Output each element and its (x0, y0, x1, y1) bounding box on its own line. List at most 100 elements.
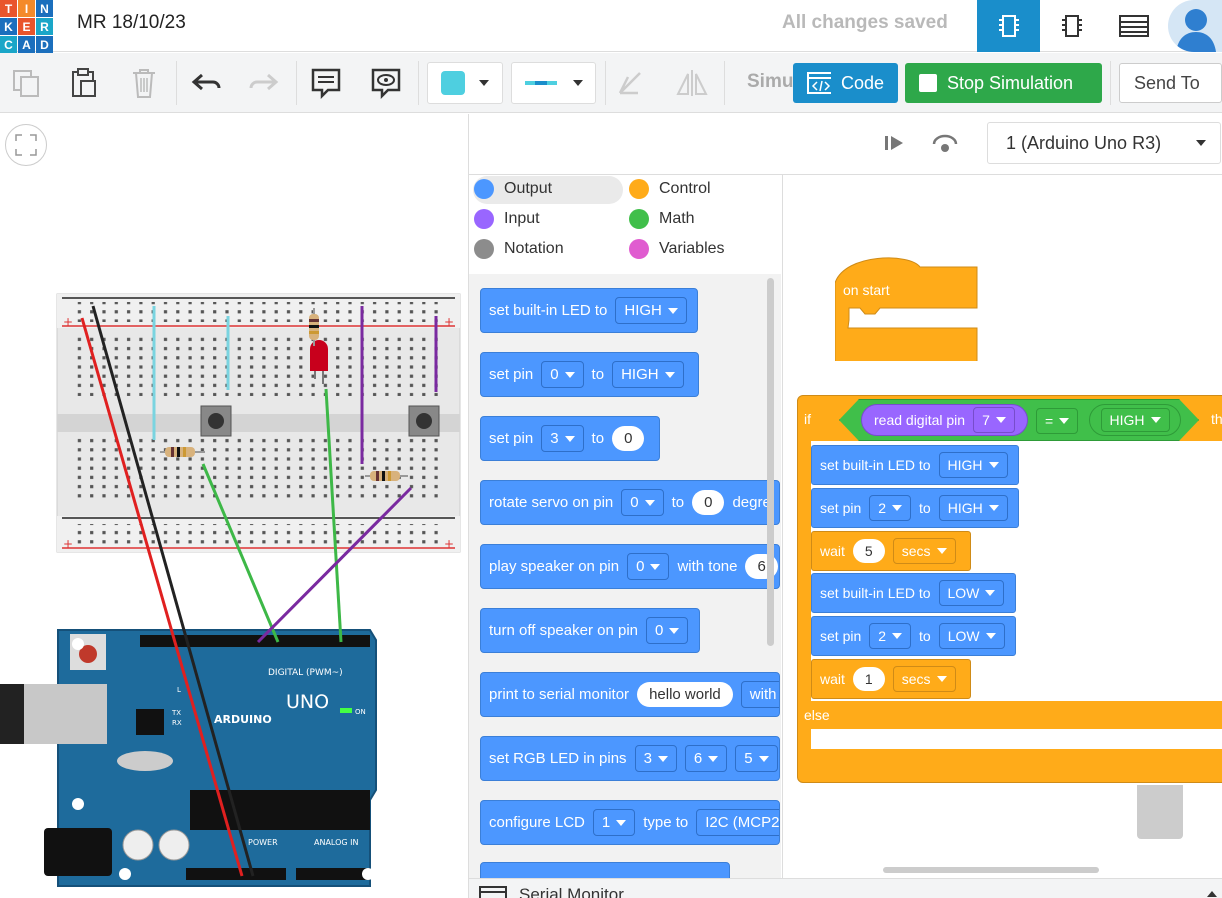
delete-button[interactable] (124, 59, 164, 107)
rotate-icon (618, 72, 641, 95)
palette-block-set-pin-pwm[interactable]: set pin 3 to 0 (480, 416, 660, 461)
code-button[interactable]: Code (793, 63, 898, 103)
block-dropdown[interactable]: 0 (646, 617, 689, 644)
block-dropdown[interactable]: 2 (869, 623, 912, 649)
tinkercad-logo[interactable]: T I N K E R C A D (0, 0, 53, 53)
simulation-label[interactable]: Simu (747, 71, 793, 93)
project-title[interactable]: MR 18/10/23 (77, 12, 186, 34)
logo-letter: A (18, 36, 35, 53)
block-dropdown[interactable]: secs (892, 666, 956, 692)
number-input[interactable]: 5 (852, 539, 885, 563)
category-variables[interactable]: Variables (629, 239, 725, 259)
block-dropdown[interactable]: 3 (634, 745, 677, 772)
toggle-notes-visibility-button[interactable] (366, 59, 406, 107)
block-dropdown[interactable]: 5 (735, 745, 778, 772)
redo-button[interactable] (244, 59, 284, 107)
palette-block-partial[interactable] (480, 862, 730, 878)
mirror-button[interactable] (672, 59, 712, 107)
undo-button[interactable] (186, 59, 226, 107)
palette-block-rotate-servo[interactable]: rotate servo on pin 0 to 0 degre (480, 480, 780, 525)
block-dropdown[interactable]: 1 (592, 809, 636, 836)
block-palette: set built-in LED to HIGH set pin 0 to HIGH s… (469, 274, 781, 878)
palette-block-rgb-led[interactable]: set RGB LED in pins 3 6 5 (480, 736, 780, 781)
set-pin-high-block[interactable]: set pin 2 to HIGH (811, 488, 1019, 528)
value-dropdown[interactable]: HIGH (1100, 408, 1170, 432)
block-dropdown[interactable]: 6 (684, 745, 728, 772)
category-control[interactable]: Control (629, 179, 711, 199)
block-dropdown[interactable]: LOW (938, 580, 1005, 606)
block-dropdown[interactable]: HIGH (612, 361, 684, 388)
stop-simulation-button[interactable]: Stop Simulation (905, 63, 1102, 103)
code-workspace[interactable]: on start if th read digital pin 7 = HIGH… (782, 175, 1222, 878)
trash-icon (133, 69, 155, 98)
block-dropdown[interactable]: HIGH (615, 297, 687, 324)
rotate-button[interactable] (612, 59, 648, 107)
palette-block-configure-lcd[interactable]: configure LCD 1 type to I2C (MCP2 (480, 800, 780, 845)
color-picker[interactable] (427, 62, 503, 104)
read-digital-pin-block[interactable]: read digital pin 7 (861, 404, 1028, 436)
breadboard[interactable]: + + + + (56, 293, 461, 553)
on-start-block[interactable]: on start (834, 253, 978, 363)
device-select[interactable]: 1 (Arduino Uno R3) (987, 122, 1221, 164)
category-notation[interactable]: Notation (474, 239, 564, 259)
number-input[interactable]: 0 (612, 426, 645, 451)
category-dot (629, 179, 649, 199)
serial-monitor-bar[interactable]: Serial Monitor (469, 878, 1222, 898)
number-input[interactable]: 0 (692, 490, 725, 515)
block-dropdown[interactable]: HIGH (938, 495, 1008, 521)
block-label: with tone (677, 558, 738, 575)
high-value-block[interactable]: HIGH (1089, 404, 1181, 436)
list-view-button[interactable] (1102, 0, 1165, 52)
wait-5-block[interactable]: wait 5 secs (811, 531, 971, 571)
palette-block-set-led[interactable]: set built-in LED to HIGH (480, 288, 698, 333)
palette-block-set-pin[interactable]: set pin 0 to HIGH (480, 352, 699, 397)
set-led-high-block[interactable]: set built-in LED to HIGH (811, 445, 1019, 485)
palette-block-speaker-off[interactable]: turn off speaker on pin 0 (480, 608, 700, 653)
category-label: Output (504, 180, 553, 197)
component-view-button[interactable] (1040, 0, 1103, 52)
notes-button[interactable] (306, 59, 346, 107)
circuit-canvas[interactable]: + + + + DIGITAL (PWM~) ARDUINO UNO POWER… (0, 114, 467, 898)
paste-button[interactable] (64, 59, 104, 107)
undo-icon (191, 73, 221, 91)
pushbutton-1[interactable] (200, 405, 232, 437)
copy-button[interactable] (6, 59, 46, 107)
wire-style-picker[interactable] (511, 62, 596, 104)
chevron-up-icon[interactable] (1207, 891, 1217, 897)
workspace-scrollbar[interactable] (883, 867, 1099, 873)
number-input[interactable]: 1 (852, 667, 885, 691)
send-to-button[interactable]: Send To (1119, 63, 1222, 103)
set-pin-low-block[interactable]: set pin 2 to LOW (811, 616, 1016, 656)
trash-can-icon[interactable] (1137, 785, 1183, 839)
block-dropdown[interactable]: 2 (869, 495, 912, 521)
block-dropdown[interactable]: with (740, 681, 779, 708)
palette-block-serial-print[interactable]: print to serial monitor hello world with (480, 672, 780, 717)
debugger-button[interactable] (925, 128, 965, 158)
block-dropdown[interactable]: 0 (621, 489, 664, 516)
block-dropdown[interactable]: secs (892, 538, 956, 564)
circuit-view-button[interactable] (977, 0, 1040, 52)
block-label: to (919, 500, 931, 516)
block-dropdown[interactable]: 3 (541, 425, 584, 452)
block-dropdown[interactable]: HIGH (938, 452, 1008, 478)
block-dropdown[interactable]: I2C (MCP2 (696, 809, 779, 836)
wait-1-block[interactable]: wait 1 secs (811, 659, 971, 699)
avatar[interactable] (1168, 0, 1222, 52)
palette-scrollbar[interactable] (767, 278, 774, 646)
logo-letter: N (36, 0, 53, 17)
block-dropdown[interactable]: 0 (541, 361, 584, 388)
step-button[interactable] (875, 128, 915, 158)
on-start-label: on start (843, 282, 890, 298)
block-dropdown[interactable]: 0 (627, 553, 670, 580)
pin-dropdown[interactable]: 7 (973, 407, 1015, 433)
block-dropdown[interactable]: LOW (938, 623, 1005, 649)
pushbutton-2[interactable] (408, 405, 440, 437)
category-input[interactable]: Input (474, 209, 540, 229)
category-output[interactable]: Output (474, 179, 552, 199)
arduino-uno-board[interactable]: DIGITAL (PWM~) ARDUINO UNO POWER ANALOG … (0, 629, 377, 887)
text-input[interactable]: hello world (637, 682, 733, 707)
category-math[interactable]: Math (629, 209, 695, 229)
set-led-low-block[interactable]: set built-in LED to LOW (811, 573, 1016, 613)
operator-dropdown[interactable]: = (1036, 408, 1079, 434)
palette-block-play-speaker[interactable]: play speaker on pin 0 with tone 6 (480, 544, 780, 589)
